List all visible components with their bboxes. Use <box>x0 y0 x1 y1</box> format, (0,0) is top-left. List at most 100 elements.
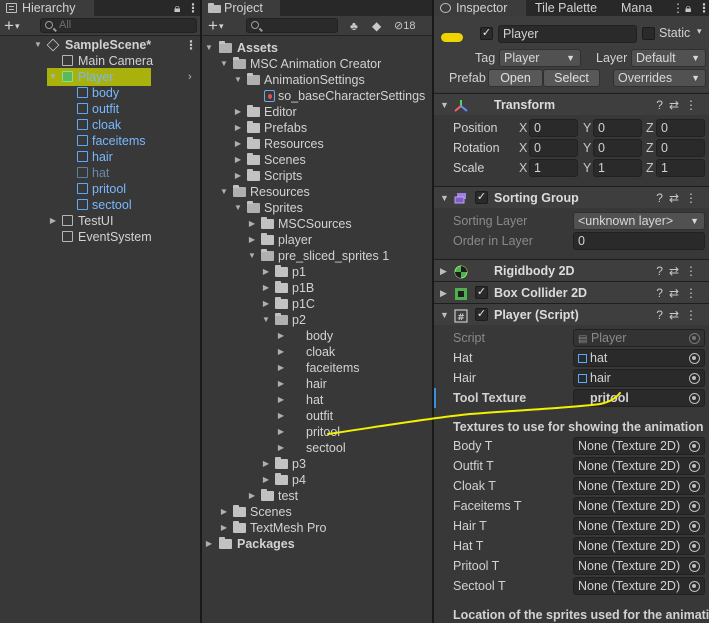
scale-y-field[interactable]: 1 <box>593 159 642 177</box>
kebab-menu-icon[interactable]: ⋮ <box>685 308 703 322</box>
chevron-down-icon[interactable]: ▼ <box>219 184 229 200</box>
object-name-field[interactable]: Player <box>498 25 637 43</box>
project-item[interactable]: ▶ hat <box>202 392 432 408</box>
project-item[interactable]: ▶ Packages <box>202 536 432 552</box>
hierarchy-item[interactable]: outfit <box>0 101 200 117</box>
kebab-menu-icon[interactable]: ⋮ <box>685 286 703 300</box>
search-by-label-icon[interactable]: ◆ <box>372 19 381 33</box>
sorting-group-header[interactable]: ▼ ✓ Sorting Group ?⇄⋮ <box>434 186 709 208</box>
chevron-right-icon[interactable]: ▶ <box>233 104 243 120</box>
presets-icon[interactable]: ⇄ <box>669 308 685 322</box>
chevron-right-icon[interactable]: ▶ <box>233 136 243 152</box>
project-item[interactable]: ▶ cloak <box>202 344 432 360</box>
tab-manager[interactable]: Mana <box>612 0 672 16</box>
rotation-y-field[interactable]: 0 <box>593 139 642 157</box>
hierarchy-search-input[interactable]: All <box>40 18 197 33</box>
prefab-select-button[interactable]: Select <box>543 69 600 87</box>
hierarchy-item[interactable]: hat <box>0 165 200 181</box>
project-item[interactable]: ▼ AnimationSettings <box>202 72 432 88</box>
texture-field[interactable]: None (Texture 2D) <box>573 537 705 555</box>
chevron-right-icon[interactable]: ▶ <box>261 264 271 280</box>
kebab-menu-icon[interactable]: ⋮ <box>685 98 703 112</box>
chevron-right-icon[interactable]: ▶ <box>247 232 257 248</box>
chevron-right-icon[interactable]: ▶ <box>247 216 257 232</box>
scale-z-field[interactable]: 1 <box>656 159 705 177</box>
project-item[interactable]: ▶ Scripts <box>202 168 432 184</box>
rigidbody2d-header[interactable]: ▶ Rigidbody 2D ?⇄⋮ <box>434 259 709 281</box>
chevron-right-icon[interactable]: ▶ <box>276 392 286 408</box>
chevron-right-icon[interactable]: ▶ <box>261 456 271 472</box>
object-picker-icon[interactable] <box>689 581 700 592</box>
object-picker-icon[interactable] <box>689 441 700 452</box>
player-script-header[interactable]: ▼ # ✓ Player (Script) ?⇄⋮ <box>434 303 709 325</box>
chevron-right-icon[interactable]: ▶ <box>204 536 214 552</box>
texture-field[interactable]: None (Texture 2D) <box>573 457 705 475</box>
help-icon[interactable]: ? <box>656 191 669 205</box>
project-item[interactable]: ▼ Sprites <box>202 200 432 216</box>
hair-field[interactable]: hair <box>573 369 705 387</box>
kebab-menu-icon[interactable]: ⋮ <box>185 37 197 53</box>
tab-project[interactable]: Project <box>202 0 280 16</box>
hierarchy-item-player[interactable]: ▼ Player › <box>0 69 200 85</box>
hierarchy-item[interactable]: body <box>0 85 200 101</box>
chevron-right-icon[interactable]: ▶ <box>261 280 271 296</box>
chevron-right-icon[interactable]: ▶ <box>219 520 229 536</box>
object-picker-icon[interactable] <box>689 373 700 384</box>
chevron-right-icon[interactable]: ▶ <box>276 424 286 440</box>
position-x-field[interactable]: 0 <box>529 119 578 137</box>
order-in-layer-field[interactable]: 0 <box>573 232 705 250</box>
chevron-down-icon[interactable]: ▼ <box>233 72 243 88</box>
layer-dropdown[interactable]: Default ▼ <box>631 49 706 67</box>
transform-header[interactable]: ▼ Transform ?⇄⋮ <box>434 93 709 115</box>
project-item[interactable]: ▶ player <box>202 232 432 248</box>
object-picker-icon[interactable] <box>689 481 700 492</box>
create-button[interactable]: +▾ <box>204 16 223 36</box>
presets-icon[interactable]: ⇄ <box>669 191 685 205</box>
active-checkbox[interactable]: ✓ <box>480 27 493 40</box>
project-item[interactable]: ▼ MSC Animation Creator <box>202 56 432 72</box>
chevron-down-icon[interactable]: ▾ <box>697 26 702 37</box>
chevron-right-icon[interactable]: ▶ <box>276 328 286 344</box>
position-y-field[interactable]: 0 <box>593 119 642 137</box>
texture-field[interactable]: None (Texture 2D) <box>573 477 705 495</box>
hierarchy-item[interactable]: Main Camera <box>0 53 200 69</box>
chevron-right-icon[interactable]: ▶ <box>48 213 58 229</box>
hierarchy-item[interactable]: sectool <box>0 197 200 213</box>
presets-icon[interactable]: ⇄ <box>669 98 685 112</box>
lock-icon[interactable]: 🔒︎ <box>174 1 180 16</box>
project-item-pritool[interactable]: ▶ pritool <box>202 424 432 440</box>
chevron-down-icon[interactable]: ▼ <box>219 56 229 72</box>
project-item[interactable]: ▶ Scenes <box>202 504 432 520</box>
project-item[interactable]: ▶ faceitems <box>202 360 432 376</box>
position-z-field[interactable]: 0 <box>656 119 705 137</box>
hierarchy-item[interactable]: hair <box>0 149 200 165</box>
chevron-down-icon[interactable]: ▼ <box>48 69 58 85</box>
lock-icon[interactable]: 🔒︎ <box>685 1 691 16</box>
presets-icon[interactable]: ⇄ <box>669 264 685 278</box>
kebab-menu-icon[interactable]: ⋮ <box>187 1 199 15</box>
hat-field[interactable]: hat <box>573 349 705 367</box>
chevron-right-icon[interactable]: ▶ <box>233 120 243 136</box>
project-item[interactable]: ▶ Editor <box>202 104 432 120</box>
chevron-down-icon[interactable]: ▼ <box>247 248 257 264</box>
object-picker-icon[interactable] <box>689 501 700 512</box>
search-by-type-icon[interactable]: ♣ <box>350 19 358 33</box>
kebab-menu-icon[interactable]: ⋮ <box>698 1 709 15</box>
project-item[interactable]: ▶ Scenes <box>202 152 432 168</box>
object-picker-icon[interactable] <box>689 561 700 572</box>
tool-texture-field[interactable]: pritool <box>573 389 705 407</box>
box-collider-enabled-checkbox[interactable]: ✓ <box>475 286 488 299</box>
chevron-right-icon[interactable]: ▶ <box>219 504 229 520</box>
hierarchy-item[interactable]: ▶ TestUI <box>0 213 200 229</box>
sorting-group-enabled-checkbox[interactable]: ✓ <box>475 191 488 204</box>
hidden-packages-toggle[interactable]: ⊘18 <box>394 19 415 32</box>
object-picker-icon[interactable] <box>689 521 700 532</box>
project-item[interactable]: ▶ Resources <box>202 136 432 152</box>
tab-hierarchy[interactable]: Hierarchy <box>0 0 94 16</box>
project-item[interactable]: ▶ p1 <box>202 264 432 280</box>
project-item[interactable]: ▶ p1C <box>202 296 432 312</box>
help-icon[interactable]: ? <box>656 308 669 322</box>
chevron-down-icon[interactable]: ▼ <box>204 40 214 56</box>
texture-field[interactable]: None (Texture 2D) <box>573 577 705 595</box>
project-item[interactable]: ▶ outfit <box>202 408 432 424</box>
